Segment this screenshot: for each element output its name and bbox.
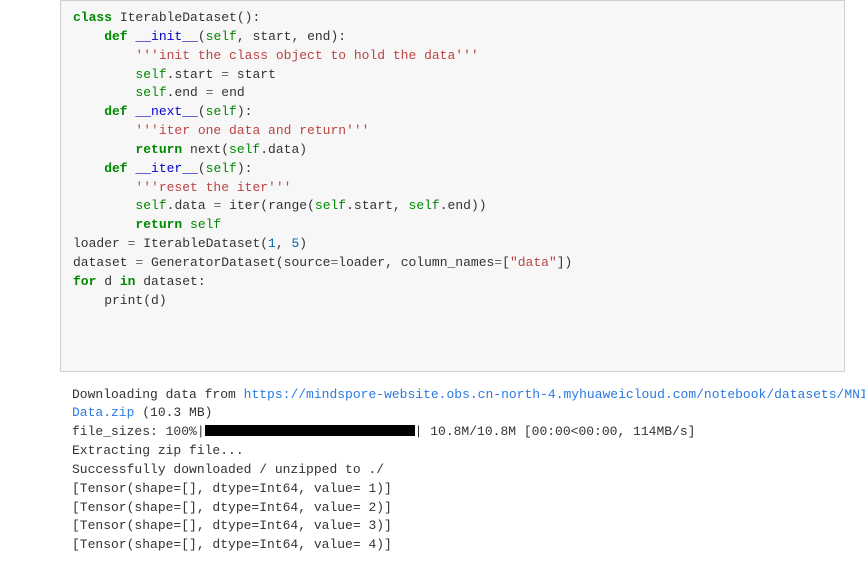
rhs: end <box>213 85 244 100</box>
indent <box>73 180 135 195</box>
code-line: self.start = start <box>73 66 832 85</box>
keyword-for: for <box>73 274 96 289</box>
indent <box>73 85 135 100</box>
code-line: self.end = end <box>73 84 832 103</box>
self-param: self <box>206 161 237 176</box>
progress-stats: | 10.8M/10.8M [00:00<00:00, 114MB/s] <box>415 424 696 439</box>
code-line: '''init the class object to hold the dat… <box>73 47 832 66</box>
indent <box>73 123 135 138</box>
keyword-return: return <box>73 142 182 157</box>
keyword-def: def <box>73 104 128 119</box>
code-text: IterableDataset(): <box>112 10 260 25</box>
output-line: Successfully downloaded / unzipped to ./ <box>72 461 833 480</box>
progress-prefix: file_sizes: 100%| <box>72 424 205 439</box>
print-call: print(d) <box>73 293 167 308</box>
indent <box>73 67 135 82</box>
rhs: start <box>229 67 276 82</box>
code-line: '''reset the iter''' <box>73 179 832 198</box>
paren-close: ) <box>299 236 307 251</box>
self-ref: self <box>135 67 166 82</box>
code-line: def __init__(self, start, end): <box>73 28 832 47</box>
int-literal: 1 <box>268 236 276 251</box>
paren-close: ): <box>237 161 253 176</box>
code-line: self.data = iter(range(self.start, self.… <box>73 197 832 216</box>
output-line: [Tensor(shape=[], dtype=Int64, value= 3)… <box>72 517 833 536</box>
docstring: '''reset the iter''' <box>135 180 291 195</box>
self-param: self <box>206 104 237 119</box>
output-line: [Tensor(shape=[], dtype=Int64, value= 4)… <box>72 536 833 555</box>
call: iter(range( <box>221 198 315 213</box>
indent <box>73 48 135 63</box>
attr: .end)) <box>440 198 487 213</box>
bracket: [ <box>502 255 510 270</box>
output-line: Downloading data from https://mindspore-… <box>72 386 833 405</box>
size-text: (10.3 MB) <box>134 405 212 420</box>
code-line: class IterableDataset(): <box>73 9 832 28</box>
var: d <box>96 274 119 289</box>
keyword-return: return <box>73 217 182 232</box>
string-literal: "data" <box>510 255 557 270</box>
attr: .start, <box>346 198 408 213</box>
bracket-close: ]) <box>557 255 573 270</box>
call: GeneratorDataset(source <box>143 255 330 270</box>
self-ref: self <box>315 198 346 213</box>
paren: ( <box>198 161 206 176</box>
keyword-in: in <box>120 274 136 289</box>
var: dataset <box>73 255 135 270</box>
attr: .data) <box>260 142 307 157</box>
indent <box>73 198 135 213</box>
self-ref: self <box>135 85 166 100</box>
iter-target: dataset: <box>135 274 205 289</box>
output-line: Data.zip (10.3 MB) <box>72 404 833 423</box>
code-line: dataset = GeneratorDataset(source=loader… <box>73 254 832 273</box>
self-ref: self <box>135 198 166 213</box>
download-url-cont[interactable]: Data.zip <box>72 405 134 420</box>
dunder-iter: __iter__ <box>128 161 198 176</box>
dl-prefix: Downloading data from <box>72 387 244 402</box>
self-ref: self <box>229 142 260 157</box>
arg: loader, column_names <box>338 255 494 270</box>
code-line: print(d) <box>73 292 832 311</box>
output-line: Extracting zip file... <box>72 442 833 461</box>
var: loader <box>73 236 128 251</box>
paren: ( <box>198 104 206 119</box>
attr: .start <box>167 67 222 82</box>
code-line: return self <box>73 216 832 235</box>
download-url[interactable]: https://mindspore-website.obs.cn-north-4… <box>244 387 865 402</box>
output-line: [Tensor(shape=[], dtype=Int64, value= 1)… <box>72 480 833 499</box>
keyword-def: def <box>73 161 128 176</box>
docstring: '''iter one data and return''' <box>135 123 369 138</box>
code-line: for d in dataset: <box>73 273 832 292</box>
keyword-class: class <box>73 10 112 25</box>
code-line: return next(self.data) <box>73 141 832 160</box>
dunder-init: __init__ <box>128 29 198 44</box>
output-line: file_sizes: 100%| | 10.8M/10.8M [00:00<00… <box>72 423 833 442</box>
self-param: self <box>206 29 237 44</box>
call: IterableDataset( <box>135 236 268 251</box>
call: next( <box>182 142 229 157</box>
self-ref: self <box>182 217 221 232</box>
docstring: '''init the class object to hold the dat… <box>135 48 478 63</box>
attr: .data <box>167 198 214 213</box>
eq-op: = <box>221 67 229 82</box>
output-cell: Downloading data from https://mindspore-… <box>60 380 845 562</box>
paren-close: ): <box>237 104 253 119</box>
eq-op: = <box>494 255 502 270</box>
attr: .end <box>167 85 206 100</box>
code-line: def __iter__(self): <box>73 160 832 179</box>
keyword-def: def <box>73 29 128 44</box>
dunder-next: __next__ <box>128 104 198 119</box>
output-line: [Tensor(shape=[], dtype=Int64, value= 2)… <box>72 499 833 518</box>
code-line: loader = IterableDataset(1, 5) <box>73 235 832 254</box>
code-cell: class IterableDataset(): def __init__(se… <box>60 0 845 372</box>
self-ref: self <box>409 198 440 213</box>
comma: , <box>276 236 292 251</box>
code-line: def __next__(self): <box>73 103 832 122</box>
progress-bar-icon <box>205 425 415 436</box>
paren: ( <box>198 29 206 44</box>
code-line: '''iter one data and return''' <box>73 122 832 141</box>
params: , start, end): <box>237 29 346 44</box>
